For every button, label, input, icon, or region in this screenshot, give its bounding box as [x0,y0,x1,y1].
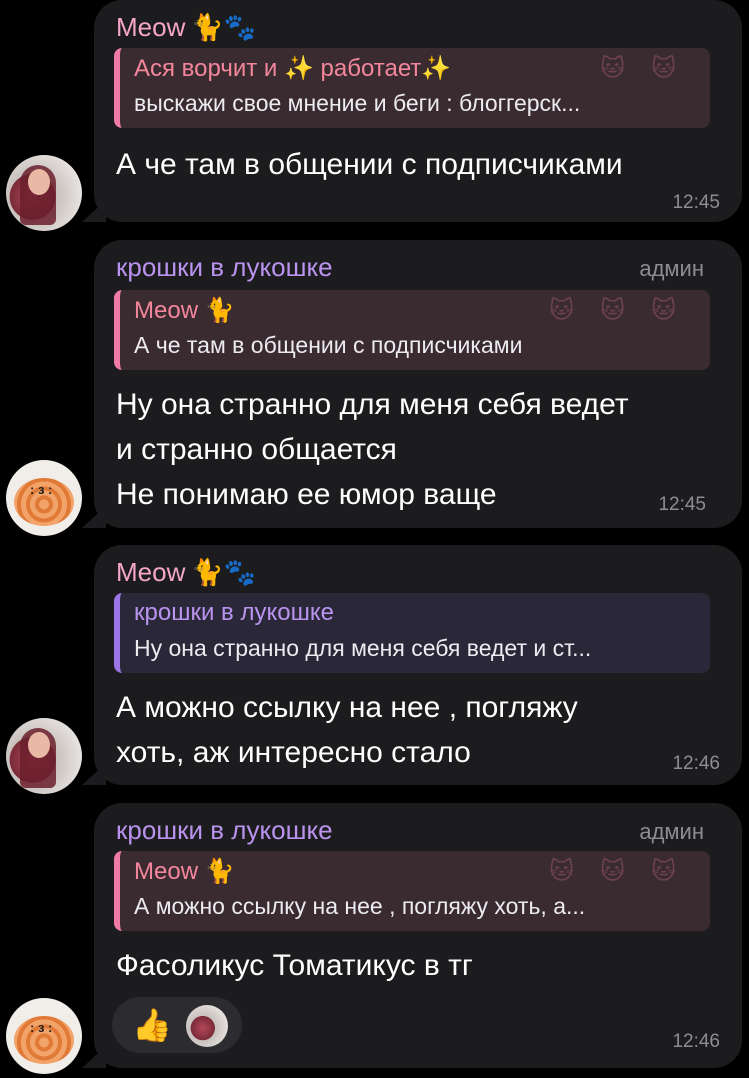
message-bubble[interactable]: Meow 🐈🐾 🐱🐱 Ася ворчит и ✨ работает✨ выска… [82,0,742,222]
reply-quote[interactable]: 🐱🐱🐱 Meow 🐈 А че там в общении с подписчи… [114,290,710,370]
message-time: 12:45 [672,192,720,213]
user-avatar-photo-icon[interactable] [6,718,82,794]
message-time: 12:46 [672,753,720,774]
message-text: А че там в общении с подписчиками [116,148,623,181]
message-time: 12:46 [672,1031,720,1052]
message-time: 12:45 [658,494,706,515]
sender-name[interactable]: крошки в лукошке [116,815,333,846]
message-text: Фасоликус Томатикус в тг [116,949,473,982]
message-bubble[interactable]: крошки в лукошке админ 🐱🐱🐱 Meow 🐈 А че т… [82,240,742,528]
chat-view: Meow 🐈🐾 🐱🐱 Ася ворчит и ✨ работает✨ выска… [0,0,749,1078]
cinnamon-roll-avatar-icon[interactable]: : з : [6,460,82,536]
reaction-pill[interactable]: 👍 [112,997,242,1053]
reply-text: Ну она странно для меня себя ведет и ст.… [134,635,592,661]
admin-badge: админ [639,819,704,844]
user-avatar-photo-icon[interactable] [6,155,82,231]
sender-name[interactable]: Meow 🐈🐾 [116,557,256,588]
reply-text: выскажи свое мнение и беги : блоггерск..… [134,90,581,116]
message-bubble[interactable]: Meow 🐈🐾 крошки в лукошке Ну она странно д… [82,545,742,785]
sender-name[interactable]: крошки в лукошке [116,252,333,283]
thumbs-up-icon: 👍 [132,1007,172,1043]
message-text: Ну она странно для меня себя ведет и стр… [116,388,629,511]
cat-pattern-icon: 🐱🐱 [599,55,702,82]
reply-text: А можно ссылку на нее , погляжу хоть, а.… [134,893,586,919]
message-text: А можно ссылку на нее , погляжу хоть, аж… [116,691,578,769]
message-bubble[interactable]: крошки в лукошке админ 🐱🐱🐱 Meow 🐈 А можн… [82,803,742,1068]
sender-emoji: 🐈🐾 [191,12,257,42]
reply-quote[interactable]: крошки в лукошке Ну она странно для меня… [114,593,710,673]
reply-title: Meow 🐈 [134,297,235,324]
reply-quote[interactable]: 🐱🐱 Ася ворчит и ✨ работает✨ выскажи свое… [114,48,710,128]
admin-badge: админ [639,256,704,281]
reply-title: крошки в лукошке [134,599,334,626]
reply-title: Ася ворчит и ✨ работает✨ [134,55,452,82]
sender-emoji: 🐈🐾 [191,557,257,587]
reply-quote[interactable]: 🐱🐱🐱 Meow 🐈 А можно ссылку на нее , погля… [114,851,710,931]
reply-title: Meow 🐈 [134,858,235,885]
cinnamon-roll-avatar-icon[interactable]: : з : [6,998,82,1074]
reply-text: А че там в общении с подписчиками [134,332,523,358]
cat-pattern-icon: 🐱🐱🐱 [548,858,702,885]
reactor-avatar-icon [186,1005,228,1047]
sender-name[interactable]: Meow 🐈🐾 [116,12,256,43]
cat-pattern-icon: 🐱🐱🐱 [548,297,702,324]
